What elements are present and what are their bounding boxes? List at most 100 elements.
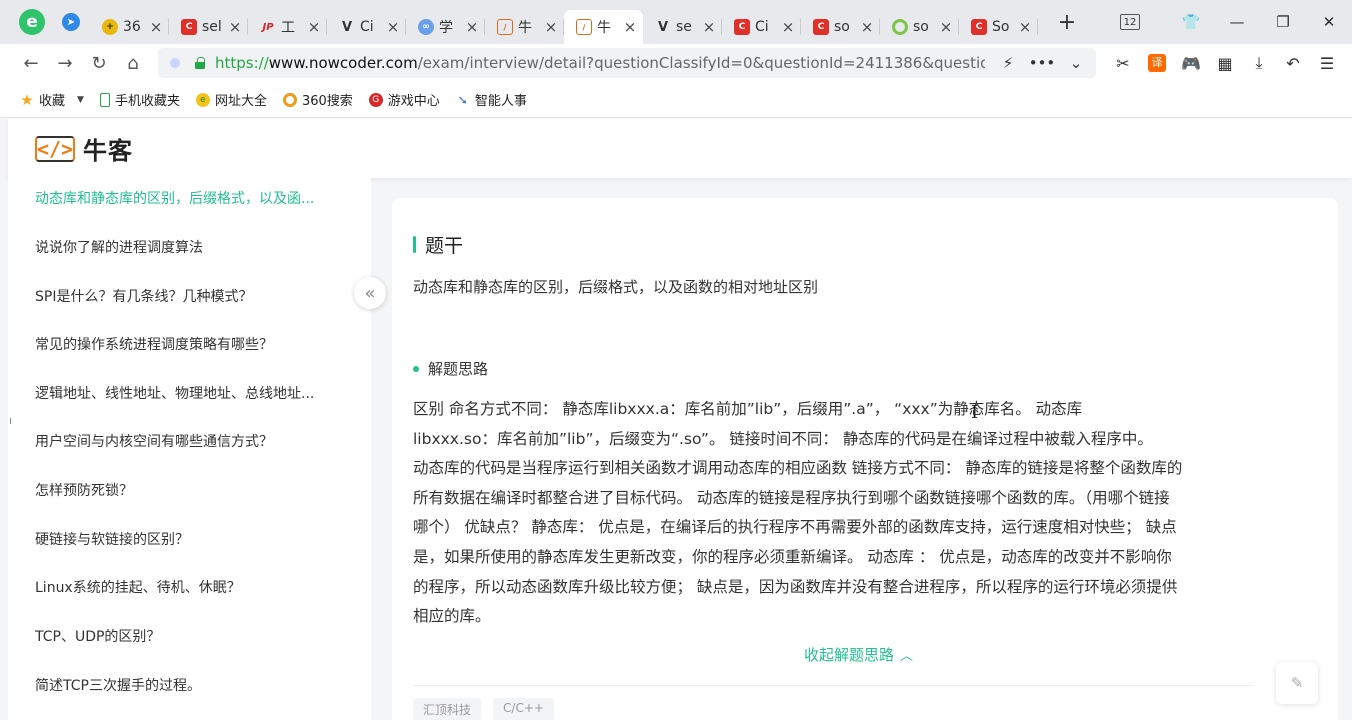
close-tab-icon[interactable]: × bbox=[1018, 18, 1032, 36]
minimize-icon[interactable]: — bbox=[1214, 13, 1260, 31]
question-list-item[interactable]: 简述TCP三次握手的过程。 bbox=[35, 675, 335, 695]
url-host: www.nowcoder.com bbox=[268, 54, 418, 72]
lock-icon[interactable] bbox=[194, 57, 206, 69]
question-list-item[interactable]: TCP、UDP的区别？ bbox=[35, 626, 335, 646]
close-tab-icon[interactable]: × bbox=[386, 18, 400, 36]
blue-circle-icon: ∞ bbox=[418, 19, 434, 35]
collapse-solution-button[interactable]: 收起解题思路 ︿ bbox=[804, 644, 913, 665]
section-title-bar bbox=[413, 236, 416, 253]
company-tag[interactable]: 汇顶科技 bbox=[413, 698, 482, 720]
topic-tag[interactable]: C/C++ bbox=[493, 698, 554, 720]
bookmark-hr[interactable]: ➘ 智能人事 bbox=[456, 90, 527, 110]
solution-line: 区别 命名方式不同： 静态库libxxx.a：库名前加”lib”，后缀用”.a”… bbox=[413, 400, 1083, 418]
question-list: 动态库和静态库的区别，后缀格式，以及函... 说说你了解的进程调度算法 SPI是… bbox=[8, 178, 371, 720]
shield-icon[interactable] bbox=[168, 56, 182, 70]
apps-grid-icon[interactable]: ▦ bbox=[1208, 54, 1242, 73]
question-list-item[interactable]: 说说你了解的进程调度算法 bbox=[35, 237, 335, 257]
browser-tab[interactable]: so × bbox=[880, 10, 959, 44]
menu-icon[interactable]: ☰ bbox=[1310, 54, 1344, 73]
undo-icon[interactable]: ↶ bbox=[1276, 54, 1310, 73]
bookmark-wangzhi[interactable]: e 网址大全 bbox=[195, 90, 267, 109]
bookmark-label: 智能人事 bbox=[474, 94, 527, 109]
restore-icon[interactable]: ❐ bbox=[1260, 13, 1306, 31]
browser-tab[interactable]: Cso × bbox=[801, 10, 880, 44]
question-list-item[interactable]: 硬链接与软链接的区别？ bbox=[35, 529, 335, 549]
browser-tab[interactable]: Csel × bbox=[169, 10, 248, 44]
question-list-item[interactable]: 常见的操作系统进程调度策略有哪些？ bbox=[35, 334, 335, 354]
tab-count-badge[interactable]: 12 bbox=[1120, 14, 1140, 30]
close-tab-icon[interactable]: × bbox=[307, 18, 321, 36]
address-bar-actions: ⚡ ••• ⌄ bbox=[991, 54, 1093, 72]
close-tab-icon[interactable]: × bbox=[623, 18, 637, 36]
skin-shirt-icon[interactable]: 👕 bbox=[1168, 13, 1214, 31]
solution-idea-heading: 解题思路 bbox=[413, 358, 488, 379]
download-icon[interactable]: ⤓ bbox=[1242, 53, 1276, 73]
close-tab-icon[interactable]: × bbox=[228, 18, 242, 36]
url-text[interactable]: https://www.nowcoder.com/exam/interview/… bbox=[215, 54, 985, 72]
question-detail-card: 题干 动态库和静态库的区别，后缀格式，以及函数的相对地址区别 解题思路 区别 命… bbox=[392, 198, 1338, 720]
bookmark-mobile[interactable]: 手机收藏夹 bbox=[99, 90, 180, 109]
browser-tab-label: 学 bbox=[439, 20, 453, 36]
question-list-item[interactable]: Linux系统的挂起、待机、休眠？ bbox=[35, 577, 335, 597]
browser-tab-label: so bbox=[913, 19, 929, 35]
browser-tab[interactable]: / 牛 × bbox=[485, 10, 564, 44]
green-ring-icon bbox=[892, 19, 908, 35]
close-tab-icon[interactable]: × bbox=[860, 18, 874, 36]
close-tab-icon[interactable]: × bbox=[544, 18, 558, 36]
collapse-sidebar-button[interactable]: « bbox=[354, 277, 386, 309]
chevron-down-icon[interactable]: ⌄ bbox=[1059, 54, 1093, 72]
solution-line: 是，如果所使用的静态库发生更新改变，你的程序必须重新编译。 动态库 ： 优点是，… bbox=[413, 547, 1172, 566]
scissors-icon[interactable]: ✂ bbox=[1106, 54, 1140, 73]
feedback-edit-button[interactable]: ✎ bbox=[1276, 662, 1318, 704]
reload-icon[interactable]: ↻ bbox=[82, 53, 116, 74]
browser-tab[interactable]: +36 × bbox=[90, 10, 169, 44]
back-icon[interactable]: ← bbox=[14, 53, 48, 74]
question-list-item[interactable]: 怎样预防死锁？ bbox=[35, 480, 335, 500]
bookmark-favorites[interactable]: ★ 收藏 ▼ bbox=[20, 90, 84, 110]
close-tab-icon[interactable]: × bbox=[781, 18, 795, 36]
browser-tab[interactable]: C Ci × bbox=[722, 10, 801, 44]
yellow-circle-icon: + bbox=[102, 19, 118, 35]
red-c-icon: C bbox=[971, 19, 987, 35]
nowcoder-logo-icon[interactable]: </> bbox=[35, 135, 75, 162]
browser-tab[interactable]: Vse × bbox=[643, 10, 722, 44]
browser-tab[interactable]: V Ci × bbox=[327, 10, 406, 44]
edit-icon: ✎ bbox=[1290, 674, 1304, 692]
question-list-item[interactable]: 动态库和静态库的区别，后缀格式，以及函... bbox=[35, 188, 335, 208]
browser-tab[interactable]: ∞ 学 × bbox=[406, 10, 485, 44]
close-tab-icon[interactable]: × bbox=[702, 18, 716, 36]
browser-tab[interactable]: JP 工 × bbox=[248, 10, 327, 44]
close-tab-icon[interactable]: × bbox=[465, 18, 479, 36]
close-tab-icon[interactable]: × bbox=[939, 18, 953, 36]
gongjiang-icon: JP bbox=[262, 21, 274, 33]
browser-tab[interactable]: / 牛 × bbox=[564, 10, 643, 44]
new-tab-button[interactable]: + bbox=[1052, 10, 1082, 35]
bookmark-games[interactable]: G 游戏中心 bbox=[368, 90, 440, 109]
send-icon[interactable]: ➤ bbox=[62, 13, 80, 31]
browser-logo-icon[interactable]: e bbox=[19, 9, 45, 35]
red-c-icon: C bbox=[181, 19, 197, 35]
bookmarks-bar: ★ 收藏 ▼ 手机收藏夹 e 网址大全 360搜索 G 游戏中心 ➘ 智能人事 bbox=[0, 82, 1352, 118]
more-dots-icon[interactable]: ••• bbox=[1025, 54, 1059, 72]
nowcoder-icon: / bbox=[576, 19, 592, 35]
caret-down-icon[interactable]: ▼ bbox=[77, 95, 84, 105]
site-logo-text[interactable]: 牛客 bbox=[83, 131, 133, 166]
question-list-item[interactable]: 用户空间与内核空间有哪些通信方式？ bbox=[35, 431, 335, 451]
question-list-item[interactable]: 逻辑地址、线性地址、物理地址、总线地址... bbox=[35, 383, 335, 403]
close-window-icon[interactable]: ✕ bbox=[1306, 13, 1352, 31]
address-bar[interactable]: https://www.nowcoder.com/exam/interview/… bbox=[158, 48, 1096, 78]
gamepad-icon[interactable]: 🎮 bbox=[1174, 54, 1208, 73]
forward-icon[interactable]: → bbox=[48, 53, 82, 74]
browser-tab-label: 工 bbox=[281, 20, 295, 36]
translate-icon[interactable]: 译 bbox=[1148, 54, 1166, 72]
question-list-item[interactable]: SPI是什么？有几条线？几种模式？ bbox=[35, 286, 335, 306]
browser-tab[interactable]: C So × bbox=[959, 10, 1038, 44]
bookmark-360[interactable]: 360搜索 bbox=[282, 90, 353, 109]
wangzhi-icon: e bbox=[195, 92, 210, 107]
phone-icon bbox=[99, 92, 110, 107]
text-cursor-icon: I bbox=[971, 402, 979, 423]
lightning-icon[interactable]: ⚡ bbox=[991, 54, 1025, 72]
home-icon[interactable]: ⌂ bbox=[116, 53, 150, 74]
section-title: 题干 bbox=[413, 231, 463, 258]
close-tab-icon[interactable]: × bbox=[149, 18, 163, 36]
